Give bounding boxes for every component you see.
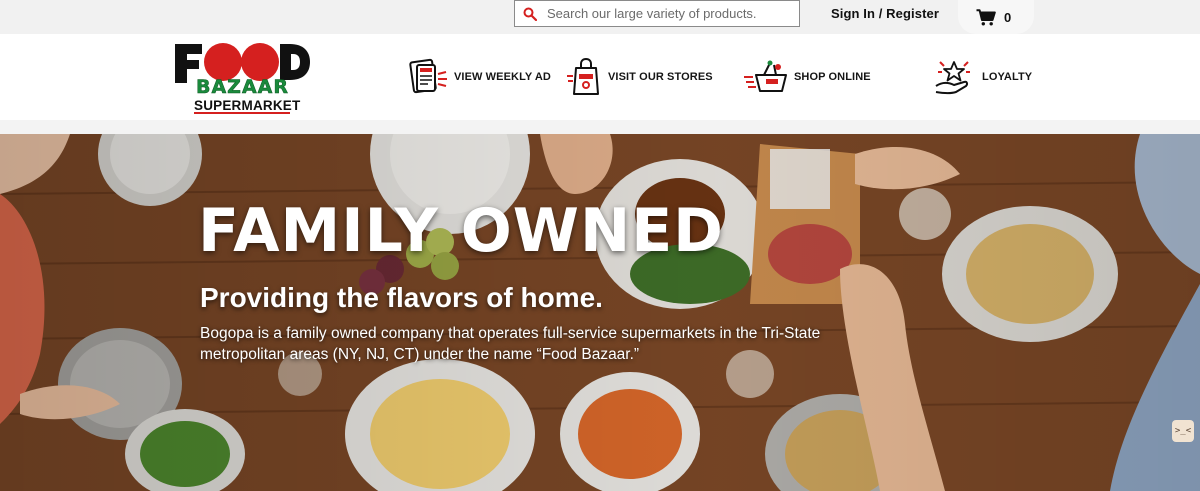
search-input[interactable] (547, 6, 787, 21)
hero-description: Bogopa is a family owned company that op… (200, 325, 821, 363)
nav-label: VISIT OUR STORES (608, 71, 713, 83)
hero-banner: FAMILY OWNED Providing the flavors of ho… (0, 134, 1200, 491)
shopping-basket-icon (744, 60, 787, 92)
sign-in-register-link[interactable]: Sign In / Register (831, 6, 939, 21)
nav-shop-online[interactable]: SHOP ONLINE (742, 54, 871, 100)
header-divider (0, 120, 1200, 134)
nav-view-weekly-ad[interactable]: VIEW WEEKLY AD (408, 54, 551, 100)
hero-title: FAMILY OWNED (198, 196, 724, 266)
chat-widget-button[interactable]: >_< (1172, 420, 1194, 442)
cart-count: 0 (1004, 9, 1012, 25)
nav-visit-our-stores[interactable]: VISIT OUR STORES (566, 54, 713, 100)
food-bazaar-logo[interactable]: BAZAAR SUPERMARKET (172, 41, 312, 115)
logo-supermarket-text: SUPERMARKET (194, 98, 301, 113)
search-icon (523, 7, 537, 21)
nav-label: VIEW WEEKLY AD (454, 71, 551, 83)
loyalty-hand-star-icon (935, 61, 970, 95)
store-bag-icon (567, 57, 599, 95)
top-utility-bar: Sign In / Register 0 (0, 0, 1200, 34)
nav-label: SHOP ONLINE (794, 71, 871, 83)
site-header: BAZAAR SUPERMARKET VIEW WEEKLY AD VISIT (0, 34, 1200, 120)
logo-bazaar-text: BAZAAR (196, 76, 289, 98)
weekly-ad-icon (409, 58, 447, 94)
cart-icon (976, 8, 996, 25)
nav-loyalty[interactable]: LOYALTY (932, 54, 1032, 100)
hero-subtitle: Providing the flavors of home. (200, 282, 603, 313)
nav-label: LOYALTY (982, 71, 1033, 83)
search-box[interactable] (514, 0, 800, 27)
cart-button[interactable]: 0 (958, 0, 1034, 34)
